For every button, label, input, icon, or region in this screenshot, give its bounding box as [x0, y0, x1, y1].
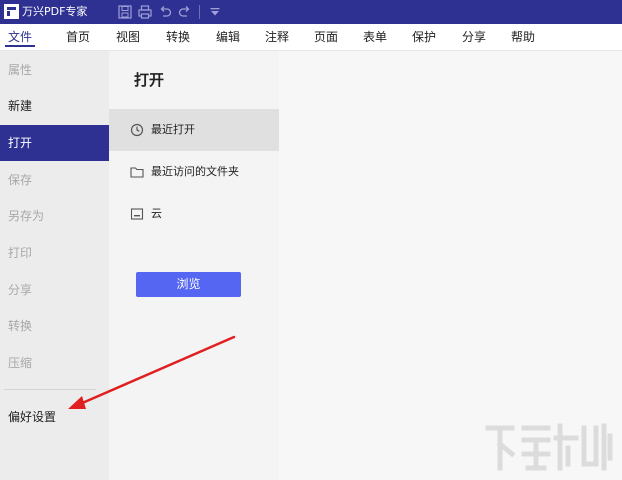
location-label: 云: [151, 207, 162, 220]
title-bar: 万兴PDF专家: [0, 0, 622, 24]
menu-share[interactable]: 分享: [462, 24, 486, 50]
customize-dropdown-icon[interactable]: [207, 4, 223, 20]
browse-button[interactable]: 浏览: [136, 272, 241, 297]
sidebar-item-properties[interactable]: 属性: [0, 52, 109, 88]
sidebar-item-new[interactable]: 新建: [0, 88, 109, 124]
menu-bar: 文件 首页 视图 转换 编辑 注释 页面 表单 保护 分享 帮助: [0, 24, 622, 51]
folder-icon: [130, 167, 144, 178]
menu-comment[interactable]: 注释: [265, 24, 289, 50]
open-panel: 打开 最近打开 最近访问的文件夹 云 浏览: [109, 51, 279, 480]
clock-icon: [130, 123, 144, 137]
menu-edit[interactable]: 编辑: [216, 24, 240, 50]
sidebar-item-preferences[interactable]: 偏好设置: [0, 399, 109, 435]
menu-form[interactable]: 表单: [363, 24, 387, 50]
location-label: 最近打开: [151, 123, 195, 136]
menu-home[interactable]: 首页: [66, 24, 90, 50]
recent-files-area: [279, 51, 622, 480]
sidebar-divider: [4, 389, 96, 390]
menu-active-indicator: [5, 45, 35, 47]
app-title: 万兴PDF专家: [22, 5, 88, 18]
menu-convert[interactable]: 转换: [166, 24, 190, 50]
location-cloud[interactable]: 云: [109, 193, 279, 235]
save-icon[interactable]: [117, 4, 133, 20]
file-sidebar: 属性 新建 打开 保存 另存为 打印 分享 转换 压缩 偏好设置: [0, 51, 109, 480]
undo-icon[interactable]: [157, 4, 173, 20]
sidebar-item-print[interactable]: 打印: [0, 235, 109, 271]
print-icon[interactable]: [137, 4, 153, 20]
redo-icon[interactable]: [177, 4, 193, 20]
menu-help[interactable]: 帮助: [511, 24, 535, 50]
watermark-logo: [485, 423, 613, 471]
sidebar-item-compress[interactable]: 压缩: [0, 345, 109, 381]
sidebar-item-convert[interactable]: 转换: [0, 308, 109, 344]
sidebar-item-save[interactable]: 保存: [0, 162, 109, 198]
location-label: 最近访问的文件夹: [151, 165, 239, 178]
sidebar-item-share[interactable]: 分享: [0, 272, 109, 308]
panel-title: 打开: [134, 71, 165, 89]
menu-view[interactable]: 视图: [116, 24, 140, 50]
toolbar-divider: [199, 5, 200, 19]
cloud-drive-icon: [130, 208, 144, 220]
menu-page[interactable]: 页面: [314, 24, 338, 50]
location-recent-folders[interactable]: 最近访问的文件夹: [109, 151, 279, 193]
sidebar-item-open[interactable]: 打开: [0, 125, 109, 161]
sidebar-item-save-as[interactable]: 另存为: [0, 198, 109, 234]
menu-protect[interactable]: 保护: [412, 24, 436, 50]
app-logo-icon: [4, 4, 19, 19]
location-recent-files[interactable]: 最近打开: [109, 109, 279, 151]
